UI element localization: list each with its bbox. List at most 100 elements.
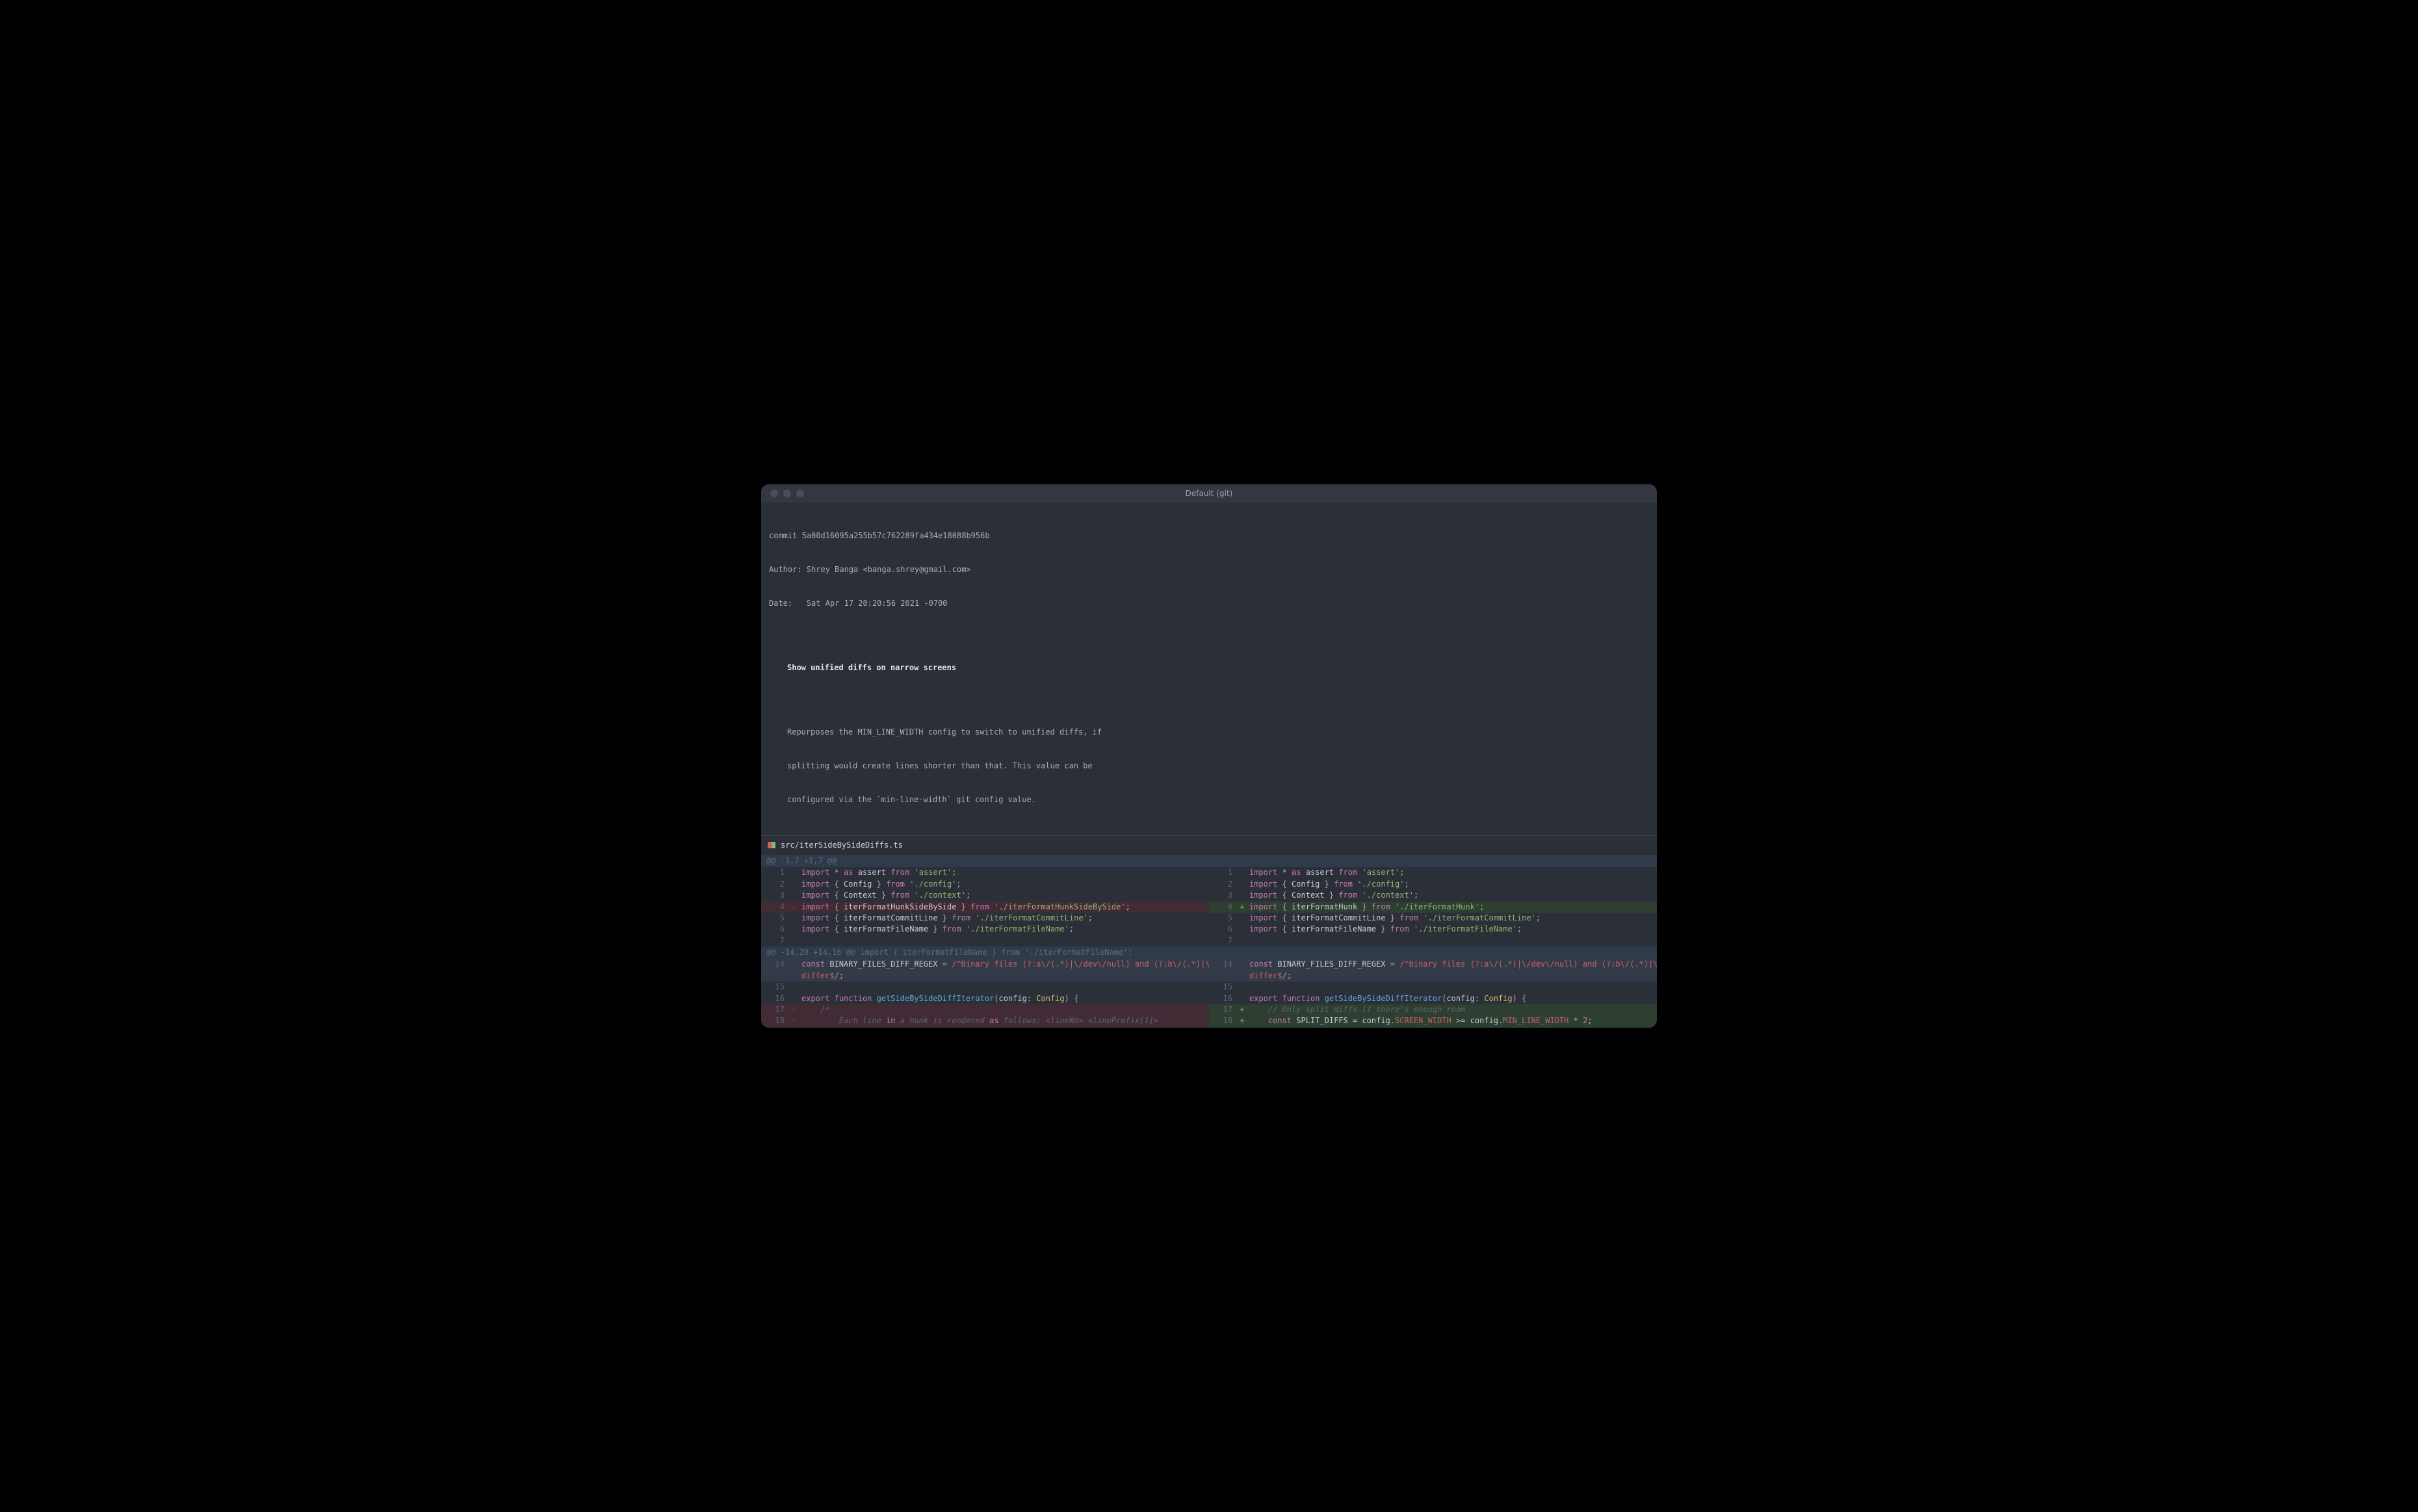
line-number: 19 [1209, 1027, 1238, 1028]
code-line [799, 982, 1209, 993]
code-line: differ$/; [1247, 971, 1657, 982]
line-number: 14 [1209, 959, 1238, 970]
diff-row: 18- Each line in a hunk is rendered as f… [761, 1015, 1657, 1026]
diff-sign [1238, 879, 1247, 890]
line-number [761, 971, 790, 982]
close-icon[interactable] [770, 489, 778, 497]
commit-author: Author: Shrey Banga <banga.shrey@gmail.c… [769, 564, 1649, 575]
line-number: 3 [761, 890, 790, 901]
traffic-lights [761, 489, 804, 497]
titlebar[interactable]: Default (git) [761, 484, 1657, 502]
diff-row: 4-import { iterFormatHunkSideBySide } fr… [761, 902, 1657, 913]
code-line: differ$/; [799, 971, 1209, 982]
diff-row: 14 const BINARY_FILES_DIFF_REGEX = /^Bin… [761, 959, 1657, 970]
code-line: import { Config } from './config'; [1247, 879, 1657, 890]
diff-sign: + [1238, 902, 1247, 913]
diff-sign [1238, 982, 1247, 993]
left-pane: 6 import { iterFormatFileName } from './… [761, 924, 1209, 935]
commit-title: Show unified diffs on narrow screens [769, 662, 1649, 673]
line-number: 17 [761, 1004, 790, 1015]
code-line: import { iterFormatHunkSideBySide } from… [799, 902, 1209, 913]
commit-header: commit 5a00d16095a255b57c762289fa434e180… [761, 502, 1657, 831]
line-number: 2 [761, 879, 790, 890]
left-pane: 16 export function getSideBySideDiffIter… [761, 993, 1209, 1004]
line-number: 6 [1209, 924, 1238, 935]
minimize-icon[interactable] [783, 489, 791, 497]
code-line [799, 935, 1209, 946]
code-line: import * as assert from 'assert'; [799, 867, 1209, 878]
diff-sign [1238, 993, 1247, 1004]
left-pane: 17- /* [761, 1004, 1209, 1015]
code-line: /* [799, 1004, 1209, 1015]
diff-sign: - [790, 902, 799, 913]
code-line [1247, 982, 1657, 993]
code-line: import { iterFormatFileName } from './it… [799, 924, 1209, 935]
diff-row: 16 export function getSideBySideDiffIter… [761, 993, 1657, 1004]
right-pane: 7 [1209, 935, 1657, 946]
code-line: import { Config } from './config'; [799, 879, 1209, 890]
left-pane: 4-import { iterFormatHunkSideBySide } fr… [761, 902, 1209, 913]
code-line: import { Context } from './context'; [1247, 890, 1657, 901]
zoom-icon[interactable] [796, 489, 804, 497]
file-header: src/iterSideBySideDiffs.ts [761, 836, 1657, 855]
line-number: 3 [1209, 890, 1238, 901]
terminal-window: Default (git) commit 5a00d16095a255b57c7… [761, 484, 1657, 1028]
right-pane: 4+import { iterFormatHunk } from './iter… [1209, 902, 1657, 913]
diff-sign [790, 913, 799, 924]
line-number: 14 [761, 959, 790, 970]
line-number: 2 [1209, 879, 1238, 890]
right-pane: 5 import { iterFormatCommitLine } from '… [1209, 913, 1657, 924]
code-line [1247, 1027, 1657, 1028]
diff-sign: - [790, 1015, 799, 1026]
diff-sign [790, 924, 799, 935]
code-line: export function getSideBySideDiffIterato… [799, 993, 1209, 1004]
diff-sign [790, 879, 799, 890]
diff-row: 3 import { Context } from './context';3 … [761, 890, 1657, 901]
hunk-header: @@ -14,20 +14,16 @@ import { iterFormatF… [761, 946, 1657, 959]
left-pane: 14 const BINARY_FILES_DIFF_REGEX = /^Bin… [761, 959, 1209, 970]
code-line: import { Context } from './context'; [799, 890, 1209, 901]
line-number: 19 [761, 1027, 790, 1028]
code-line: import { iterFormatHunk } from './iterFo… [1247, 902, 1657, 913]
code-line: import { iterFormatCommitLine } from './… [799, 913, 1209, 924]
commit-body-line: configured via the `min-line-width` git … [769, 794, 1649, 805]
code-line: const SPLIT_DIFFS = config.SCREEN_WIDTH … [1247, 1015, 1657, 1026]
commit-body-line: splitting would create lines shorter tha… [769, 761, 1649, 772]
code-line: <lineWithoutPrefix><lineNo> <linePrefix>… [799, 1027, 1209, 1028]
terminal-content[interactable]: commit 5a00d16095a255b57c762289fa434e180… [761, 502, 1657, 1028]
left-pane: 15 [761, 982, 1209, 993]
line-number: 17 [1209, 1004, 1238, 1015]
right-pane: 6 import { iterFormatFileName } from './… [1209, 924, 1657, 935]
diff-row: 17- /*17+ // Only split diffs if there's… [761, 1004, 1657, 1015]
line-number: 15 [1209, 982, 1238, 993]
diff-sign [790, 959, 799, 970]
window-title: Default (git) [1186, 489, 1233, 498]
hunk-header: @@ -1,7 +1,7 @@ [761, 855, 1657, 867]
diff-sign [790, 935, 799, 946]
diff-sign [790, 890, 799, 901]
right-pane: 2 import { Config } from './config'; [1209, 879, 1657, 890]
diff-sign [790, 867, 799, 878]
commit-body-line: Repurposes the MIN_LINE_WIDTH config to … [769, 727, 1649, 738]
line-number [1209, 971, 1238, 982]
line-number: 18 [1209, 1015, 1238, 1026]
left-pane: 1 import * as assert from 'assert'; [761, 867, 1209, 878]
code-line: import * as assert from 'assert'; [1247, 867, 1657, 878]
line-number: 4 [1209, 902, 1238, 913]
diff-sign [1238, 971, 1247, 982]
diff-sign: - [790, 1004, 799, 1015]
diff-sign [1238, 959, 1247, 970]
diff-row: 1 import * as assert from 'assert';1 imp… [761, 867, 1657, 878]
line-number: 7 [1209, 935, 1238, 946]
right-pane: 3 import { Context } from './context'; [1209, 890, 1657, 901]
line-number: 4 [761, 902, 790, 913]
diff-sign [790, 982, 799, 993]
left-pane: 19- <lineWithoutPrefix><lineNo> <linePre… [761, 1027, 1209, 1028]
commit-date: Date: Sat Apr 17 20:20:56 2021 -0700 [769, 598, 1649, 609]
line-number: 16 [1209, 993, 1238, 1004]
diff-sign [1238, 924, 1247, 935]
left-pane: 7 [761, 935, 1209, 946]
diff-sign [790, 993, 799, 1004]
diff-sign [1238, 913, 1247, 924]
line-number: 16 [761, 993, 790, 1004]
